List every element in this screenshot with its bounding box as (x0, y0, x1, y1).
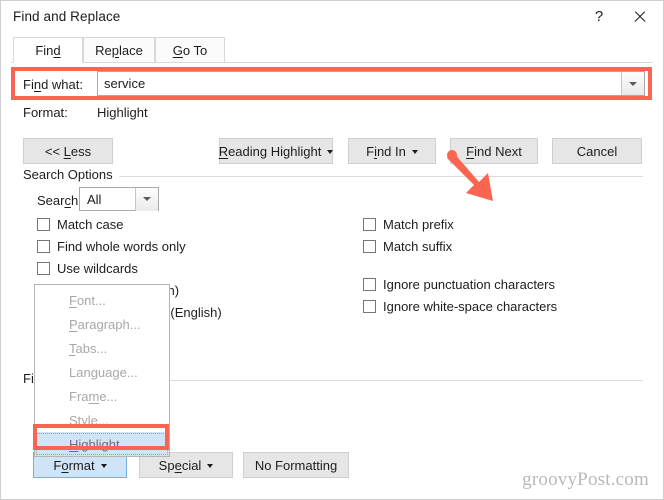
checkbox-label: Use wildcards (57, 261, 138, 276)
checkbox-match-suffix[interactable]: Match suffix (363, 239, 452, 254)
menu-item-label: Font... (69, 293, 106, 308)
caret-down-icon (101, 464, 107, 468)
checkbox-box (363, 240, 376, 253)
dialog-title: Find and Replace (13, 9, 120, 24)
menu-item-label: Tabs... (69, 341, 107, 356)
checkbox-find-whole-words-only[interactable]: Find whole words only (37, 239, 186, 254)
no-formatting-button[interactable]: No Formatting (243, 452, 349, 478)
caret-down-icon (412, 150, 418, 154)
find-what-combobox[interactable] (97, 71, 645, 96)
cancel-label: Cancel (577, 144, 617, 159)
tab-go-to[interactable]: Go To (155, 37, 225, 63)
caret-down-icon (327, 150, 333, 154)
find-next-button[interactable]: Find Next (450, 138, 538, 164)
menu-item-label: Style... (69, 413, 109, 428)
menu-item-label: Frame... (69, 389, 117, 404)
reading-highlight-label: Reading Highlight (219, 144, 322, 159)
help-button[interactable]: ? (581, 1, 617, 32)
checkbox-label: Find whole words only (57, 239, 186, 254)
format-status-value: Highlight (97, 105, 148, 120)
no-formatting-label: No Formatting (255, 458, 337, 473)
screenshot-root: Find and Replace ? Find Replace Go To Fi (0, 0, 664, 500)
find-and-replace-dialog: Find and Replace ? Find Replace Go To Fi (0, 0, 664, 500)
cancel-button[interactable]: Cancel (552, 138, 642, 164)
checkbox-use-wildcards[interactable]: Use wildcards (37, 261, 138, 276)
tab-find[interactable]: Find (13, 37, 83, 63)
question-mark-icon: ? (595, 8, 603, 25)
chevron-down-icon (629, 82, 637, 86)
find-next-label: Find Next (466, 144, 522, 159)
find-what-input[interactable] (98, 72, 621, 95)
checkbox-label: Match prefix (383, 217, 454, 232)
tab-strip: Find Replace Go To (1, 33, 663, 63)
format-button-label: Format (53, 458, 94, 473)
find-in-button[interactable]: Find In (348, 138, 436, 164)
less-button-label: << Less (45, 144, 91, 159)
search-scope-dropdown-button[interactable] (135, 188, 158, 211)
caret-down-icon (207, 464, 213, 468)
close-icon (633, 10, 646, 23)
close-button[interactable] (621, 1, 657, 32)
tab-go-to-label: Go To (173, 43, 207, 58)
checkbox-box (363, 300, 376, 313)
tab-replace-label: Replace (95, 43, 143, 58)
checkbox-label: Match case (57, 217, 123, 232)
special-button-label: Special (159, 458, 202, 473)
search-scope-combobox[interactable]: All (79, 187, 159, 211)
menu-item-tabs[interactable]: Tabs... (35, 336, 169, 360)
checkbox-ignore-punctuation[interactable]: Ignore punctuation characters (363, 277, 555, 292)
menu-item-paragraph[interactable]: Paragraph... (35, 312, 169, 336)
watermark: groovyPost.com (522, 469, 649, 491)
format-status-label: Format: (23, 105, 68, 120)
menu-item-label: Paragraph... (69, 317, 141, 332)
checkbox-label: Match suffix (383, 239, 452, 254)
menu-item-language[interactable]: Language... (35, 360, 169, 384)
tab-replace[interactable]: Replace (83, 37, 155, 63)
find-in-label: Find In (366, 144, 406, 159)
menu-item-frame[interactable]: Frame... (35, 384, 169, 408)
menu-item-highlight[interactable]: Highlight (35, 432, 169, 456)
chevron-down-icon (143, 197, 151, 201)
menu-item-label: Language... (69, 365, 138, 380)
checkbox-box (37, 240, 50, 253)
checkbox-box (363, 218, 376, 231)
checkbox-label: Ignore white-space characters (383, 299, 557, 314)
format-dropdown-menu: Font... Paragraph... Tabs... Language...… (34, 284, 170, 457)
checkbox-match-case[interactable]: Match case (37, 217, 123, 232)
find-what-label: Find what: (23, 77, 83, 92)
menu-item-style[interactable]: Style... (35, 408, 169, 432)
reading-highlight-button[interactable]: Reading Highlight (219, 138, 333, 164)
menu-item-label: Highlight (69, 437, 120, 452)
search-scope-label: Search: (37, 193, 82, 208)
checkbox-match-prefix[interactable]: Match prefix (363, 217, 454, 232)
dialog-titlebar: Find and Replace ? (1, 1, 663, 34)
checkbox-label: Ignore punctuation characters (383, 277, 555, 292)
checkbox-box (363, 278, 376, 291)
less-button[interactable]: << Less (23, 138, 113, 164)
search-options-group-label: Search Options (23, 167, 119, 182)
checkbox-ignore-white-space[interactable]: Ignore white-space characters (363, 299, 557, 314)
find-what-dropdown-button[interactable] (621, 72, 644, 95)
search-scope-value: All (80, 192, 135, 207)
checkbox-box (37, 218, 50, 231)
menu-item-font[interactable]: Font... (35, 288, 169, 312)
tab-find-label: Find (35, 43, 60, 58)
checkbox-box (37, 262, 50, 275)
